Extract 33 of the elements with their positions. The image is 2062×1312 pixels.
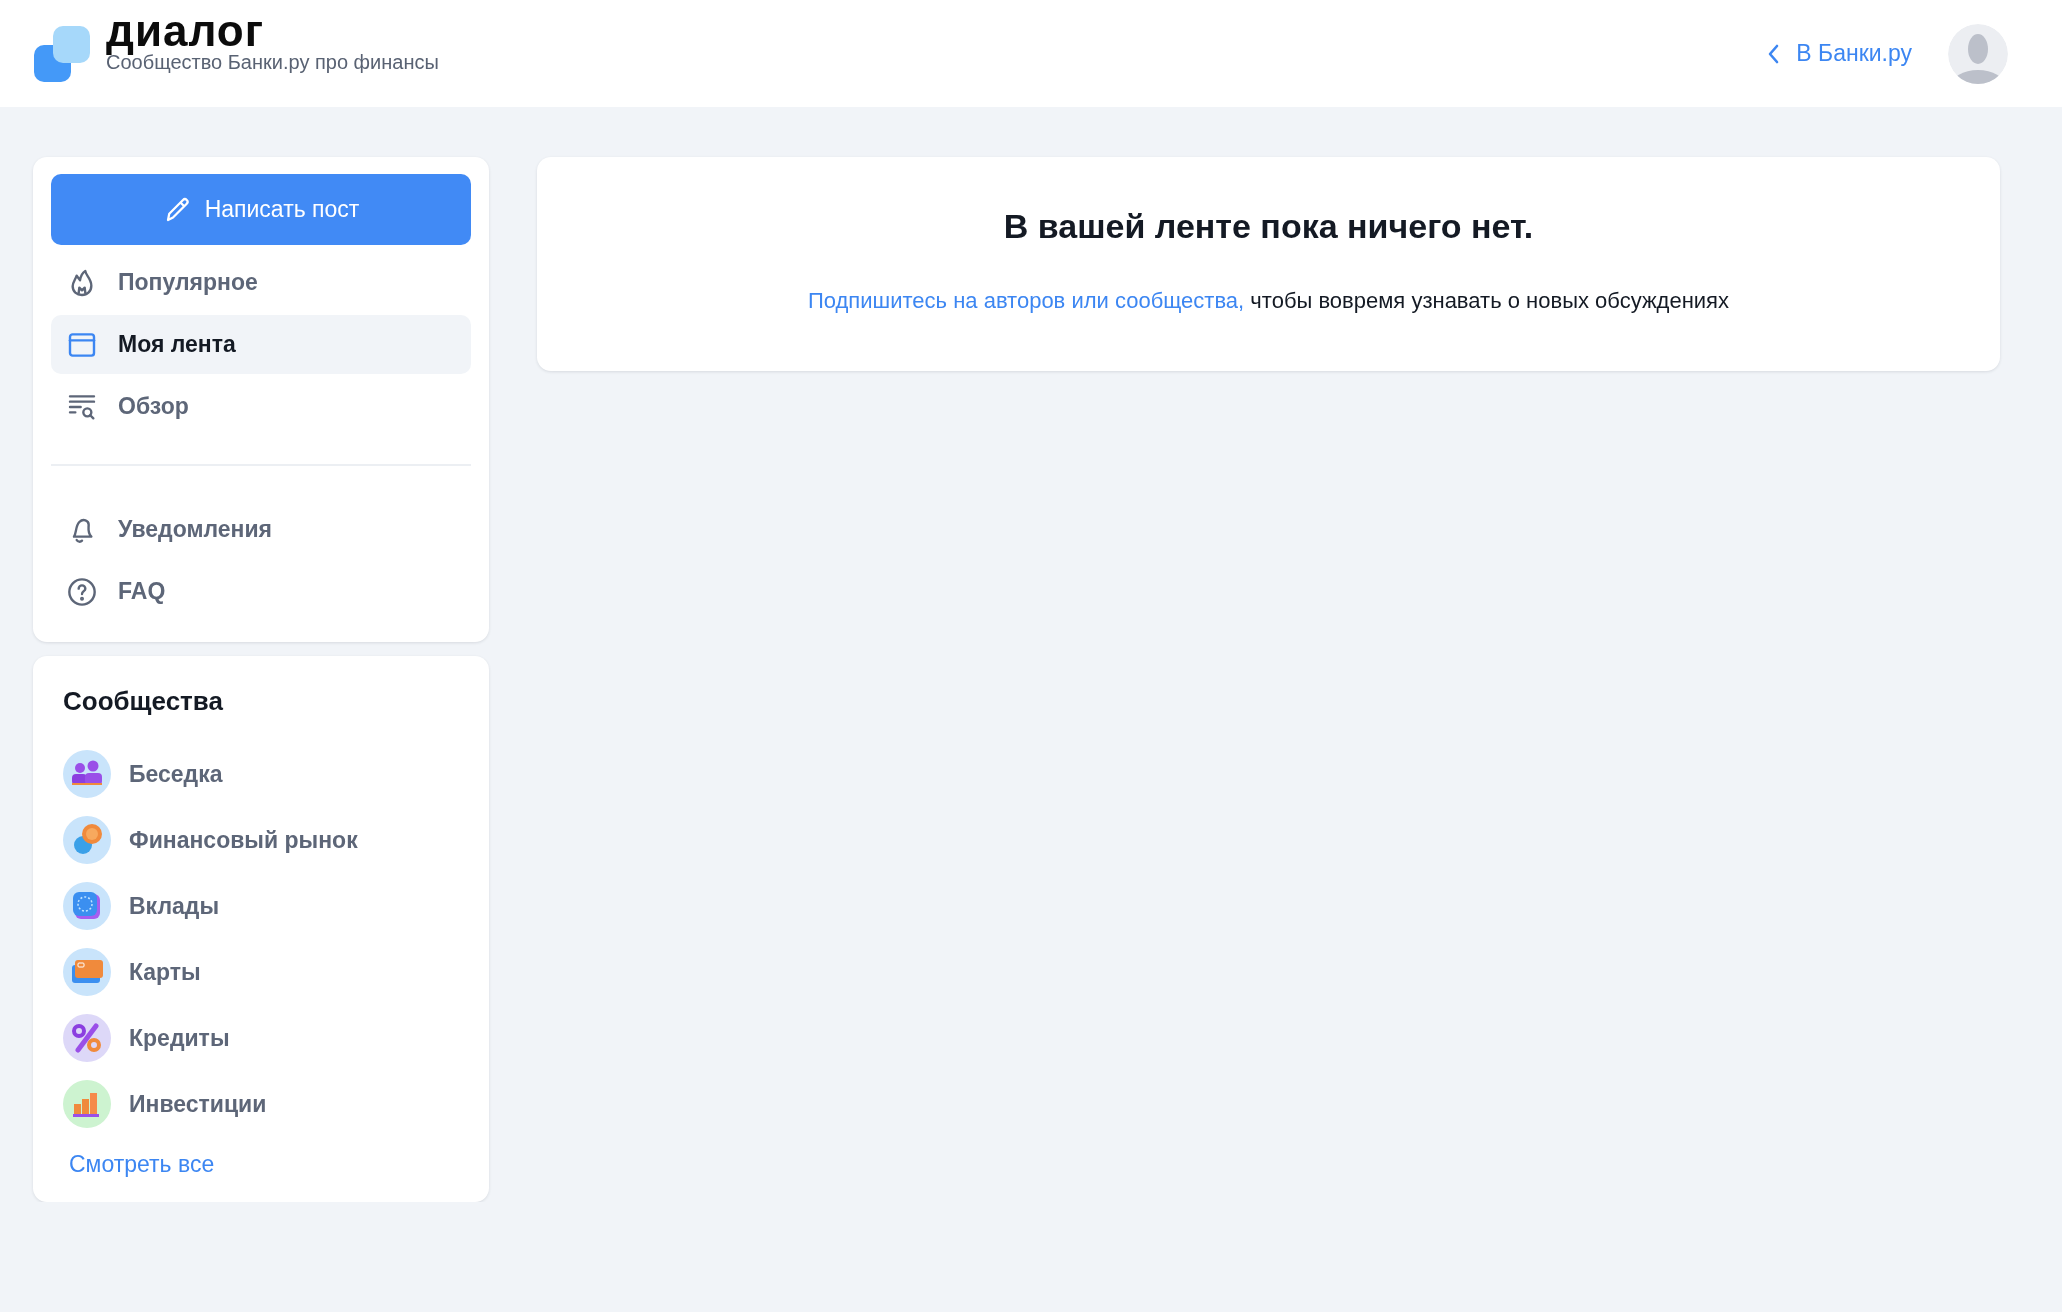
credit-card-icon — [63, 948, 111, 996]
coins-icon — [63, 816, 111, 864]
communities-title: Сообщества — [63, 686, 224, 717]
write-post-button[interactable]: Написать пост — [51, 174, 471, 245]
chevron-left-icon — [1766, 42, 1781, 65]
community-link[interactable]: Инвестиции — [129, 1090, 267, 1118]
nav-item[interactable]: FAQ — [51, 562, 471, 621]
community-link[interactable]: Финансовый рынок — [129, 826, 358, 854]
bar-chart-icon — [63, 1080, 111, 1128]
nav-item[interactable]: Обзор — [51, 377, 471, 436]
percent-icon — [63, 1014, 111, 1062]
empty-feed-message: Подпишитесь на авторов или сообщества, чтобы вовремя узнавать о новых обсуждениях — [807, 288, 1730, 314]
see-all-link[interactable]: Смотреть все — [69, 1151, 215, 1178]
nav-item-label: FAQ — [118, 578, 166, 605]
dial-icon — [63, 882, 111, 930]
help-icon — [66, 575, 98, 608]
nav-item[interactable]: Уведомления — [51, 500, 471, 559]
nav-item-label: Моя лента — [118, 331, 236, 358]
nav-item-label: Обзор — [118, 393, 189, 420]
empty-feed-title: В вашей ленте пока ничего нет. — [1003, 207, 1534, 246]
nav-item[interactable]: Популярное — [51, 253, 471, 312]
people-icon — [63, 750, 111, 798]
nav-item[interactable]: Моя лента — [51, 315, 471, 374]
subscribe-link[interactable]: Подпишитесь на авторов или сообщества, — [807, 288, 1245, 313]
community-link[interactable]: Вклады — [129, 892, 220, 920]
back-link[interactable]: В Банки.ру — [1766, 40, 1912, 67]
community-link[interactable]: Беседка — [129, 760, 223, 788]
community-link[interactable]: Карты — [129, 958, 201, 986]
speech-bubbles-logo-icon — [34, 25, 90, 82]
community-link[interactable]: Кредиты — [129, 1024, 230, 1052]
avatar-icon[interactable] — [1948, 23, 2008, 84]
nav-item-label: Уведомления — [118, 516, 272, 543]
nav-item-label: Популярное — [118, 269, 258, 296]
